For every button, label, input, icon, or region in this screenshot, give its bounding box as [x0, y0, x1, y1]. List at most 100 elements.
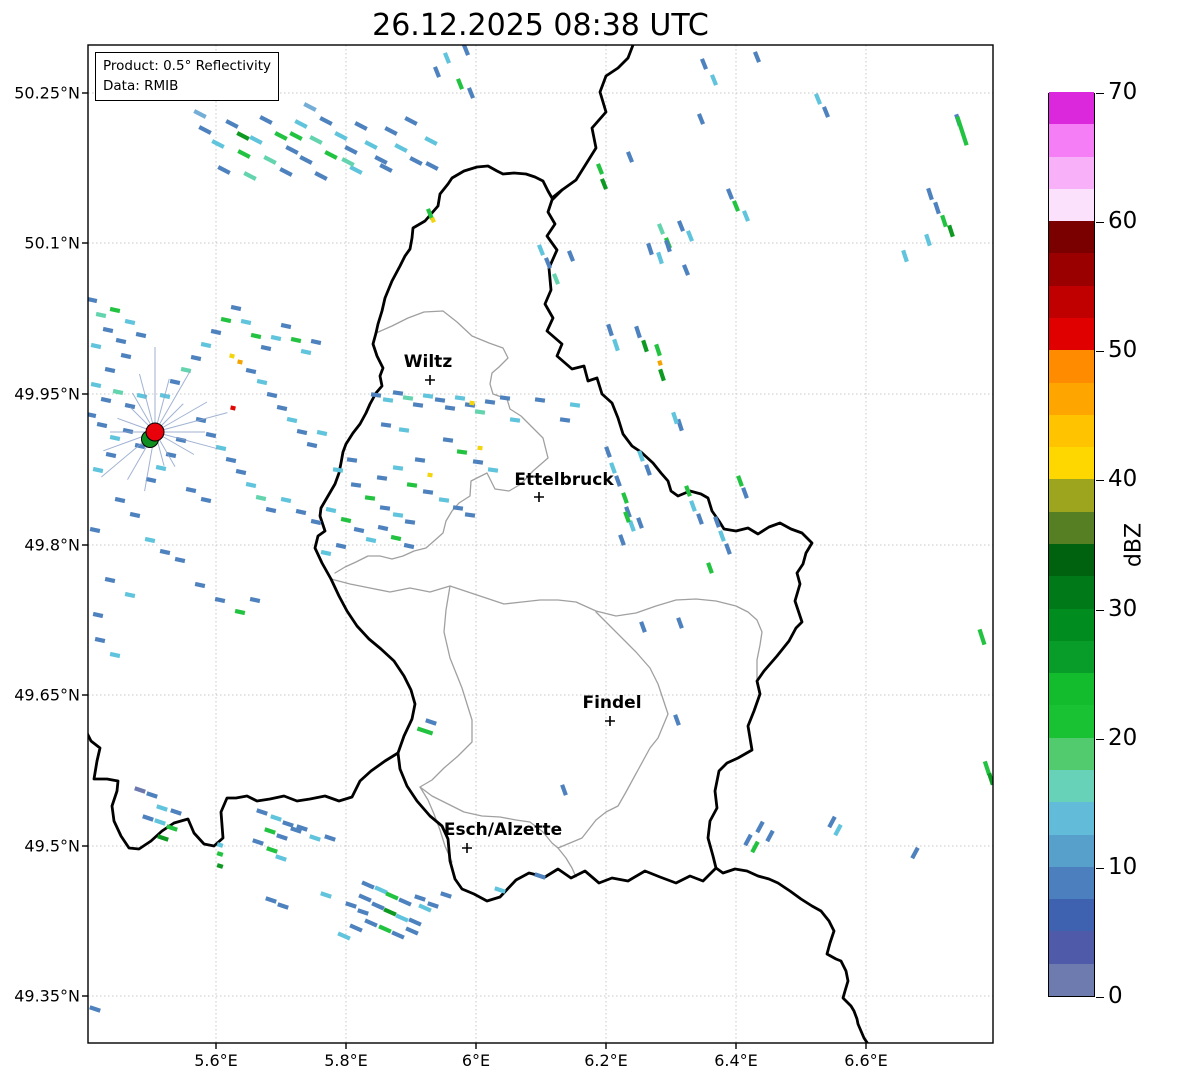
echo-streak — [101, 397, 112, 403]
echo-streak — [646, 243, 654, 256]
echo-streak — [319, 116, 332, 126]
echo-streak — [324, 150, 337, 160]
echo-streak — [658, 369, 666, 382]
colorbar-band — [1049, 511, 1094, 544]
echo-streak — [700, 58, 708, 70]
echo-streak — [677, 220, 685, 232]
colorbar-band — [1049, 640, 1094, 673]
y-tick-label: 49.35°N — [2, 987, 80, 1006]
echo-streak — [462, 44, 470, 56]
colorbar-band — [1049, 737, 1094, 770]
echo-streak — [345, 901, 357, 908]
echo-streak — [742, 210, 750, 222]
echo-streak — [217, 165, 230, 175]
x-tick-label: 6.2°E — [561, 1051, 651, 1070]
echo-streak — [423, 489, 433, 495]
colorbar-tick-mark — [1096, 222, 1104, 223]
echo-streak — [435, 397, 445, 403]
colorbar-band — [1049, 479, 1094, 512]
x-tick-label: 6.6°E — [821, 1051, 911, 1070]
colorbar-tick-label: 50 — [1108, 337, 1137, 363]
echo-streak — [383, 397, 393, 403]
echo-streak — [500, 395, 510, 401]
echo-streak — [570, 402, 580, 408]
echo-streak — [91, 382, 102, 388]
colorbar-tick-label: 20 — [1108, 725, 1137, 751]
echo-streak — [86, 412, 97, 418]
echo-streak — [277, 902, 289, 909]
colorbar-tick-mark — [1096, 351, 1104, 352]
echo-streak — [947, 225, 955, 238]
echo-streak — [333, 467, 343, 473]
echo-streak — [750, 841, 759, 854]
colorbar — [1048, 93, 1095, 997]
echo-streak — [621, 492, 629, 504]
echo-streak — [95, 637, 106, 643]
echo-streak — [235, 609, 246, 615]
echo-streak — [121, 353, 132, 359]
echo-streak — [351, 482, 361, 488]
echo-streak — [145, 537, 156, 543]
echo-streak — [266, 507, 277, 513]
echo-streak — [156, 804, 168, 811]
echo-streak — [361, 880, 375, 889]
echo-streak — [379, 163, 392, 173]
echo-streak — [567, 250, 575, 262]
echo-streak — [347, 457, 357, 463]
echo-streak — [408, 917, 422, 926]
y-tick-label: 50.25°N — [2, 84, 80, 103]
x-tick-label: 6°E — [431, 1051, 521, 1070]
echo-streak — [154, 818, 166, 825]
echo-streak — [380, 505, 390, 511]
echo-streak — [404, 116, 417, 126]
colorbar-tick-label: 60 — [1108, 208, 1137, 234]
echo-streak — [634, 326, 642, 339]
colorbar-band — [1049, 608, 1094, 641]
echo-streak — [718, 530, 726, 542]
echo-streak — [456, 78, 464, 90]
echo-streak — [439, 497, 449, 503]
echo-streak — [425, 161, 438, 171]
echo-streak — [326, 507, 337, 513]
echo-streak — [225, 119, 238, 129]
echo-streak — [409, 156, 422, 166]
echo-streak — [110, 652, 121, 658]
echo-streak — [96, 312, 107, 318]
colorbar-band — [1049, 963, 1094, 996]
echo-streak — [671, 412, 679, 425]
echo-streak — [237, 149, 250, 159]
echo-streak — [230, 405, 236, 410]
echo-streak — [393, 465, 403, 471]
echo-streak — [317, 430, 328, 436]
product-info-line1: Product: 0.5° Reflectivity — [103, 56, 271, 76]
echo-streak — [657, 223, 665, 235]
echo-streak — [457, 449, 467, 455]
colorbar-band — [1049, 188, 1094, 221]
echo-streak — [264, 827, 276, 834]
echo-streak — [281, 323, 292, 329]
echo-streak — [391, 930, 405, 939]
echo-streak — [443, 437, 453, 443]
echo-streak — [170, 808, 182, 815]
echo-streak — [289, 131, 302, 141]
echo-streak — [256, 495, 267, 501]
echo-streak — [103, 327, 114, 333]
echo-streak — [596, 163, 604, 175]
echo-streak — [271, 335, 282, 341]
colorbar-band — [1049, 673, 1094, 706]
echo-streak — [275, 854, 287, 861]
echo-streak — [91, 343, 102, 349]
echo-streak — [246, 482, 257, 488]
echo-streak — [413, 402, 423, 408]
echo-streak — [115, 497, 126, 503]
echo-streak — [93, 467, 104, 473]
echo-streak — [654, 344, 662, 357]
echo-streak — [90, 527, 101, 533]
y-tick-label: 50.1°N — [2, 234, 80, 253]
colorbar-tick-label: 0 — [1108, 983, 1123, 1009]
colorbar-band — [1049, 802, 1094, 835]
echo-streak — [134, 786, 146, 793]
colorbar-band — [1049, 576, 1094, 609]
echo-streak — [600, 178, 608, 190]
echo-streak — [287, 417, 298, 423]
